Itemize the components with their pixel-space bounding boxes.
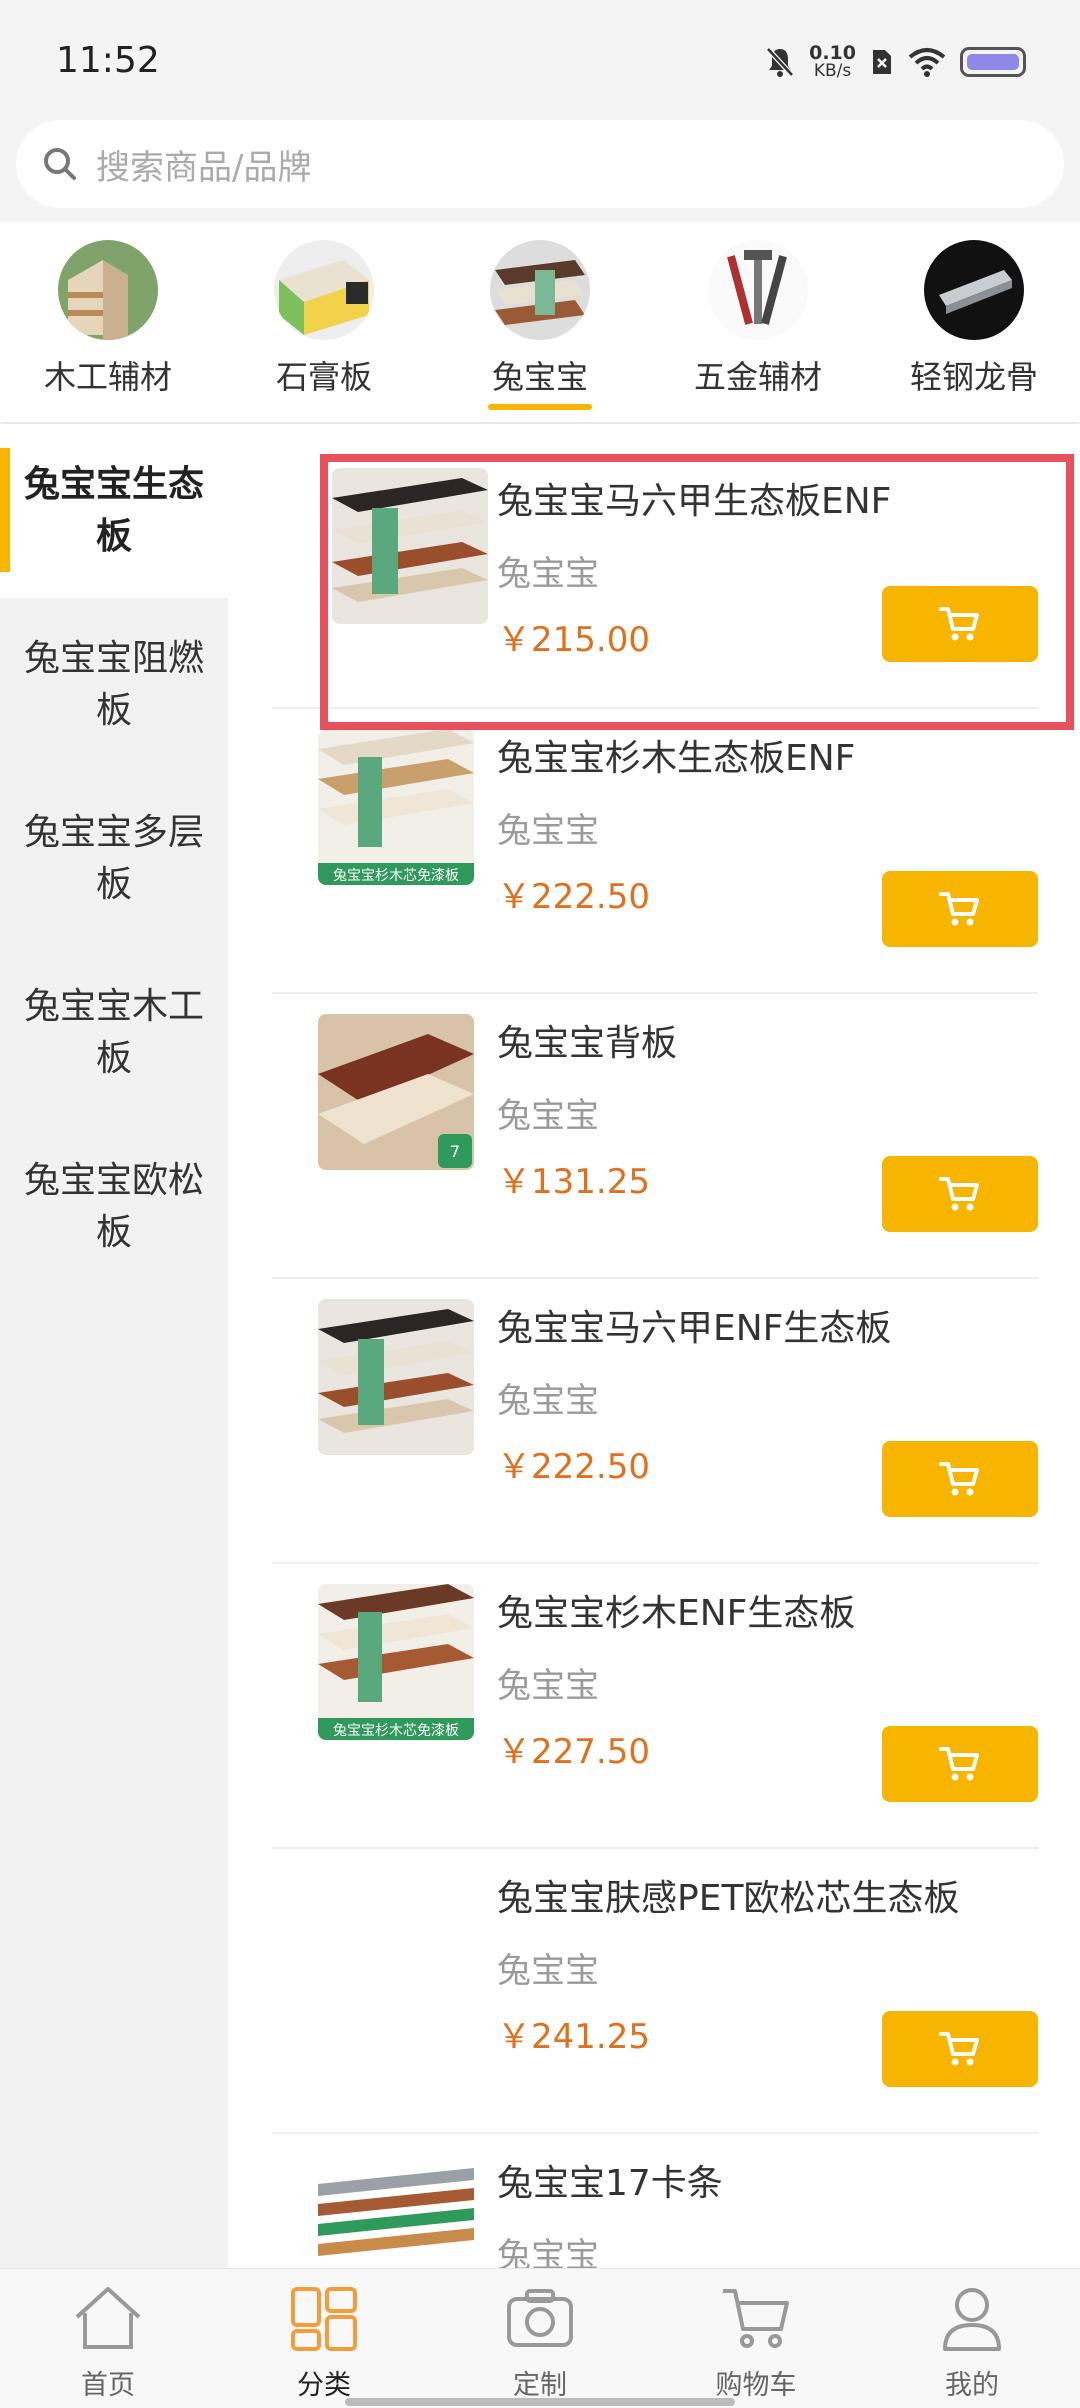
- product-brand: 兔宝宝: [497, 811, 599, 851]
- product-name: 兔宝宝马六甲ENF生态板: [497, 1308, 892, 1349]
- network-speed: 0.10 KB/s: [809, 42, 856, 81]
- category-label: 木工辅材: [43, 358, 172, 396]
- cart-icon: [723, 2289, 789, 2348]
- product-name: 兔宝宝杉木ENF生态板: [497, 1593, 856, 1634]
- product-card[interactable]: 兔宝宝杉木芯免漆板 兔宝宝杉木生态板ENF 兔宝宝 ￥222.50: [272, 709, 1038, 994]
- tab-label: 购物车: [715, 2370, 797, 2401]
- tab-label: 定制: [513, 2370, 567, 2401]
- tab-category[interactable]: 分类: [254, 2281, 394, 2402]
- add-to-cart-button[interactable]: [882, 1156, 1038, 1232]
- product-card[interactable]: 兔宝宝肤感PET欧松芯生态板 兔宝宝 ￥241.25: [272, 1849, 1038, 2134]
- cart-icon: [939, 2032, 979, 2066]
- product-name: 兔宝宝背板: [497, 1023, 678, 1064]
- product-price: ￥222.50: [497, 877, 650, 917]
- cart-icon: [939, 1177, 979, 1211]
- sidebar-item-flame-retardant[interactable]: 兔宝宝阻燃板: [0, 598, 228, 772]
- product-card[interactable]: 兔宝宝马六甲ENF生态板 兔宝宝 ￥222.50: [272, 1279, 1038, 1564]
- category-item-hardware[interactable]: 五金辅材: [678, 240, 838, 398]
- bell-muted-icon: [766, 47, 794, 77]
- product-brand: 兔宝宝: [497, 2236, 599, 2268]
- category-label: 石膏板: [275, 358, 372, 396]
- add-to-cart-button[interactable]: [882, 2011, 1038, 2087]
- category-thumb: [490, 240, 590, 340]
- product-image-badge-text: 7: [450, 1142, 460, 1161]
- product-image-placeholder: [318, 1869, 474, 2025]
- product-brand: 兔宝宝: [497, 1096, 599, 1136]
- cart-icon: [939, 1747, 979, 1781]
- category-thumb: [274, 240, 374, 340]
- product-image: [318, 1299, 474, 1455]
- category-label: 五金辅材: [693, 358, 822, 396]
- category-bar: 木工辅材 石膏板 兔宝宝 五金辅材 轻钢龙骨: [0, 222, 1080, 422]
- category-item-gypsum[interactable]: 石膏板: [244, 240, 404, 398]
- product-image: 兔宝宝杉木芯免漆板: [318, 729, 474, 885]
- category-item-woodwork[interactable]: 木工辅材: [28, 240, 188, 398]
- sidebar-item-multilayer[interactable]: 兔宝宝多层板: [0, 772, 228, 946]
- category-icon: [291, 2287, 357, 2351]
- tab-label: 分类: [297, 2370, 351, 2401]
- product-card[interactable]: 兔宝宝杉木芯免漆板 兔宝宝杉木ENF生态板 兔宝宝 ￥227.50: [272, 1564, 1038, 1849]
- home-icon: [75, 2287, 141, 2349]
- category-label: 轻钢龙骨: [909, 358, 1038, 396]
- bottom-tab-bar: 首页 分类 定制 购物车 我的: [0, 2268, 1080, 2408]
- home-indicator: [345, 2398, 735, 2406]
- category-item-tubaobao[interactable]: 兔宝宝: [460, 240, 620, 410]
- product-price: ￥131.25: [497, 1162, 650, 1202]
- cart-icon: [939, 892, 979, 926]
- active-category-indicator: [488, 404, 592, 410]
- product-price: ￥241.25: [497, 2017, 650, 2057]
- subcategory-sidebar: 兔宝宝生态板 兔宝宝阻燃板 兔宝宝多层板 兔宝宝木工板 兔宝宝欧松板: [0, 424, 228, 2268]
- category-thumb: [924, 240, 1024, 340]
- category-label: 兔宝宝: [491, 358, 588, 396]
- tab-label: 首页: [81, 2370, 135, 2401]
- selection-highlight: [320, 454, 1074, 730]
- product-image-banner-text: 兔宝宝杉木芯免漆板: [333, 868, 459, 884]
- tab-mine[interactable]: 我的: [902, 2281, 1042, 2402]
- tab-custom[interactable]: 定制: [470, 2281, 610, 2402]
- status-icons: 0.10 KB/s: [765, 40, 1026, 84]
- product-card[interactable]: 兔宝宝17卡条 兔宝宝: [272, 2134, 1038, 2268]
- status-time: 11:52: [56, 40, 160, 81]
- status-bar: 11:52 0.10 KB/s: [0, 0, 1080, 110]
- sidebar-item-blockboard[interactable]: 兔宝宝木工板: [0, 946, 228, 1120]
- product-name: 兔宝宝17卡条: [497, 2163, 723, 2204]
- user-icon: [943, 2288, 1001, 2351]
- app-screen: 11:52 0.10 KB/s 搜索商品/品牌 木工辅材 石膏板 兔宝宝 五金辅…: [0, 0, 1080, 2408]
- product-brand: 兔宝宝: [497, 1666, 599, 1706]
- category-item-steel-keel[interactable]: 轻钢龙骨: [894, 240, 1054, 398]
- add-to-cart-button[interactable]: [882, 1726, 1038, 1802]
- search-placeholder: 搜索商品/品牌: [96, 147, 312, 188]
- product-price: ￥227.50: [497, 1732, 650, 1772]
- category-thumb: [708, 240, 808, 340]
- add-to-cart-button[interactable]: [882, 871, 1038, 947]
- product-image-banner-text: 兔宝宝杉木芯免漆板: [333, 1723, 459, 1739]
- sim-blocked-icon: [873, 50, 891, 74]
- product-image: 兔宝宝杉木芯免漆板: [318, 1584, 474, 1740]
- tab-cart[interactable]: 购物车: [686, 2281, 826, 2402]
- tab-label: 我的: [945, 2370, 999, 2401]
- network-speed-value: 0.10: [809, 42, 856, 64]
- sidebar-item-eco-board[interactable]: 兔宝宝生态板: [0, 424, 228, 598]
- category-thumb: [58, 240, 158, 340]
- search-icon: [44, 148, 76, 180]
- search-bar[interactable]: 搜索商品/品牌: [16, 120, 1064, 208]
- product-name: 兔宝宝肤感PET欧松芯生态板: [497, 1878, 960, 1919]
- product-card[interactable]: 7 兔宝宝背板 兔宝宝 ￥131.25: [272, 994, 1038, 1279]
- product-brand: 兔宝宝: [497, 1951, 599, 1991]
- cart-icon: [939, 1462, 979, 1496]
- battery-icon: [960, 47, 1026, 77]
- product-name: 兔宝宝杉木生态板ENF: [497, 738, 856, 779]
- product-price: ￥222.50: [497, 1447, 650, 1487]
- product-brand: 兔宝宝: [497, 1381, 599, 1421]
- product-image: [318, 2154, 474, 2268]
- network-speed-unit: KB/s: [813, 61, 852, 81]
- add-to-cart-button[interactable]: [882, 1441, 1038, 1517]
- tab-home[interactable]: 首页: [38, 2281, 178, 2402]
- sidebar-item-osb[interactable]: 兔宝宝欧松板: [0, 1120, 228, 1294]
- camera-icon: [507, 2289, 573, 2347]
- wifi-icon: [908, 48, 946, 77]
- product-image: 7: [318, 1014, 474, 1170]
